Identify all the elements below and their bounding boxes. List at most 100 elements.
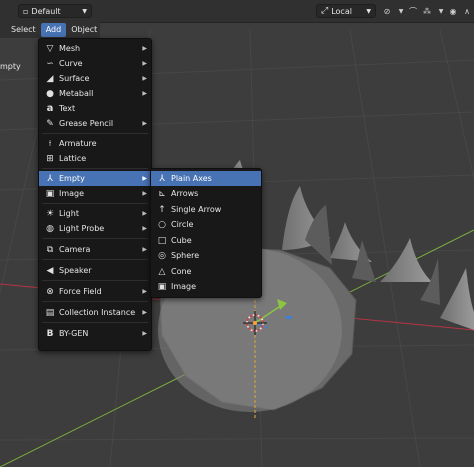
chevron-down-icon: ▼ bbox=[82, 7, 87, 15]
menu-item-grease-pencil[interactable]: ✎ Grease Pencil ▶ bbox=[39, 116, 151, 131]
workspace-dropdown[interactable]: ▫ Default ▼ bbox=[18, 4, 92, 18]
snap-icon[interactable]: ⊘ bbox=[380, 4, 394, 18]
menu-separator bbox=[42, 203, 148, 204]
menu-item-metaball[interactable]: ● Metaball ▶ bbox=[39, 86, 151, 101]
menu-separator bbox=[42, 168, 148, 169]
submenu-arrow-icon: ▶ bbox=[142, 60, 147, 67]
submenu-arrow-icon: ▶ bbox=[142, 309, 147, 316]
submenu-arrow-icon: ▶ bbox=[142, 225, 147, 232]
proportional-editing-icon[interactable]: ◉ bbox=[446, 4, 460, 18]
menu-item-image[interactable]: ▣ Image ▶ bbox=[39, 186, 151, 201]
submenu-arrow-icon: ▶ bbox=[142, 210, 147, 217]
magnet-icon[interactable]: ⌒ bbox=[406, 4, 420, 18]
menu-item-collection-instance[interactable]: ▤ Collection Instance ▶ bbox=[39, 305, 151, 320]
menu-item-label: Force Field bbox=[59, 287, 102, 296]
menu-select[interactable]: Select bbox=[6, 23, 41, 37]
menu-item-label: Grease Pencil bbox=[59, 119, 114, 128]
menu-add[interactable]: Add bbox=[40, 23, 67, 37]
menu-item-label: Cone bbox=[171, 267, 192, 276]
menu-item-label: Text bbox=[59, 104, 76, 113]
partial-panel-text: mpty bbox=[0, 62, 21, 71]
viewport-header: ▫ Default ▼ ⤢ Local ▼ ⊘ ▼ ⌒ ⁂ ▼ ◉ ∧ bbox=[0, 0, 474, 23]
light-probe-icon: ◍ bbox=[46, 223, 54, 234]
submenu-arrow-icon: ▶ bbox=[142, 45, 147, 52]
submenu-arrow-icon: ▶ bbox=[142, 246, 147, 253]
menu-item-force-field[interactable]: ⊗ Force Field ▶ bbox=[39, 284, 151, 299]
submenu-arrow-icon: ▶ bbox=[142, 90, 147, 97]
menu-separator bbox=[42, 301, 148, 302]
menu-item-label: Mesh bbox=[59, 44, 81, 53]
submenu-item-arrows[interactable]: ⊾ Arrows bbox=[151, 186, 261, 201]
image-icon: ▣ bbox=[157, 281, 167, 292]
submenu-item-single-arrow[interactable]: ↑ Single Arrow bbox=[151, 202, 261, 217]
menu-item-label: Lattice bbox=[59, 154, 87, 163]
orientation-icon: ⤢ bbox=[321, 6, 329, 16]
menu-item-armature[interactable]: ⟊ Armature bbox=[39, 136, 151, 151]
menu-separator bbox=[42, 238, 148, 239]
metaball-icon: ● bbox=[46, 88, 54, 99]
menu-item-camera[interactable]: ⧉ Camera ▶ bbox=[39, 242, 151, 257]
circle-icon: ○ bbox=[158, 219, 166, 230]
menu-item-text[interactable]: a Text bbox=[39, 101, 151, 116]
submenu-item-sphere[interactable]: ◎ Sphere bbox=[151, 248, 261, 263]
menu-item-label: Image bbox=[59, 189, 85, 198]
menu-item-curve[interactable]: ∽ Curve ▶ bbox=[39, 56, 151, 71]
menu-item-label: Cube bbox=[171, 236, 192, 245]
orientation-dropdown[interactable]: ⤢ Local ▼ bbox=[316, 4, 376, 18]
workspace-label: Default bbox=[31, 6, 61, 16]
submenu-item-circle[interactable]: ○ Circle bbox=[151, 217, 261, 232]
menu-object[interactable]: Object bbox=[66, 23, 102, 37]
submenu-arrow-icon: ▶ bbox=[142, 120, 147, 127]
submenu-item-cube[interactable]: □ Cube bbox=[151, 233, 261, 248]
menu-item-label: Single Arrow bbox=[171, 205, 222, 214]
viewport-menubar: Select Add Object bbox=[0, 22, 100, 38]
menu-item-bygen[interactable]: B BY-GEN ▶ bbox=[39, 326, 151, 341]
sphere-icon: ◎ bbox=[158, 250, 166, 261]
menu-item-label: Image bbox=[171, 282, 197, 291]
add-menu: ▽ Mesh ▶ ∽ Curve ▶ ◢ Surface ▶ ● Metabal… bbox=[38, 38, 152, 351]
menu-separator bbox=[42, 280, 148, 281]
menu-separator bbox=[42, 259, 148, 260]
menu-item-empty[interactable]: ⅄ Empty ▶ bbox=[39, 171, 151, 186]
armature-icon: ⟊ bbox=[48, 138, 52, 149]
scene-icon: ▫ bbox=[23, 6, 29, 16]
menu-item-speaker[interactable]: ◀ Speaker bbox=[39, 263, 151, 278]
menu-item-label: Armature bbox=[59, 139, 97, 148]
submenu-arrow-icon: ▶ bbox=[142, 190, 147, 197]
menu-item-label: Arrows bbox=[171, 189, 199, 198]
menu-item-label: Speaker bbox=[59, 266, 92, 275]
submenu-item-image[interactable]: ▣ Image bbox=[151, 279, 261, 294]
lattice-icon: ⊞ bbox=[46, 153, 54, 164]
submenu-arrow-icon: ▶ bbox=[142, 330, 147, 337]
force-field-icon: ⊗ bbox=[46, 286, 54, 297]
menu-item-mesh[interactable]: ▽ Mesh ▶ bbox=[39, 41, 151, 56]
snap-target-icon[interactable]: ⁂ bbox=[420, 4, 434, 18]
cube-icon: □ bbox=[157, 235, 167, 246]
mesh-icon: ▽ bbox=[46, 43, 54, 54]
empty-submenu: ⅄ Plain Axes ⊾ Arrows ↑ Single Arrow ○ C… bbox=[150, 168, 262, 298]
menu-item-label: Collection Instance bbox=[59, 308, 136, 317]
menu-item-surface[interactable]: ◢ Surface ▶ bbox=[39, 71, 151, 86]
submenu-item-cone[interactable]: △ Cone bbox=[151, 264, 261, 279]
menu-item-label: Camera bbox=[59, 245, 91, 254]
arrows-icon: ⊾ bbox=[158, 188, 166, 199]
menu-item-light-probe[interactable]: ◍ Light Probe ▶ bbox=[39, 221, 151, 236]
chevron-down-icon: ▼ bbox=[366, 7, 371, 15]
camera-icon: ⧉ bbox=[46, 244, 54, 255]
speaker-icon: ◀ bbox=[46, 265, 54, 276]
menu-item-label: BY-GEN bbox=[59, 329, 89, 338]
menu-item-label: Sphere bbox=[171, 251, 200, 260]
curve-icon: ∽ bbox=[46, 58, 54, 69]
menu-item-lattice[interactable]: ⊞ Lattice bbox=[39, 151, 151, 166]
plain-axes-icon: ⅄ bbox=[159, 173, 165, 184]
single-arrow-icon: ↑ bbox=[158, 204, 166, 215]
menu-item-label: Surface bbox=[59, 74, 90, 83]
menu-item-light[interactable]: ☀ Light ▶ bbox=[39, 206, 151, 221]
menu-item-label: Empty bbox=[59, 174, 85, 183]
submenu-item-plain-axes[interactable]: ⅄ Plain Axes bbox=[151, 171, 261, 186]
menu-separator bbox=[42, 322, 148, 323]
menu-item-label: Plain Axes bbox=[171, 174, 212, 183]
menu-item-label: Light bbox=[59, 209, 79, 218]
falloff-icon[interactable]: ∧ bbox=[460, 4, 474, 18]
surface-icon: ◢ bbox=[46, 73, 54, 84]
